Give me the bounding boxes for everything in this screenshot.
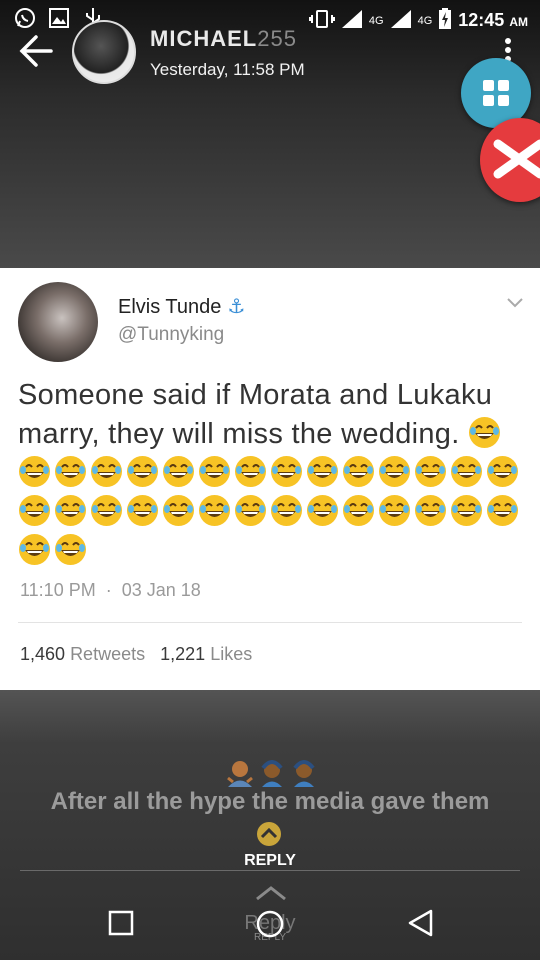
tweet-text-body: Someone said if Morata and Lukaku marry,…: [18, 379, 493, 450]
contact-name-text: MICHAEL: [150, 26, 258, 51]
person-facepalm-icon: [261, 760, 283, 787]
caret-up-icon[interactable]: [254, 884, 288, 902]
person-facepalm-icon: [293, 760, 315, 787]
tears-of-joy-emoji-icon: [19, 495, 50, 526]
circle-icon: [256, 910, 284, 938]
tweet-separator: ·: [105, 580, 112, 600]
gallery-icon: [48, 7, 70, 29]
tears-of-joy-emoji-icon: [307, 456, 338, 487]
tears-of-joy-emoji-icon: [91, 495, 122, 526]
tweet-date: 03 Jan 18: [121, 580, 201, 600]
tears-of-joy-emoji-icon: [55, 495, 86, 526]
tears-of-joy-emoji-icon: [199, 495, 230, 526]
tweet-author: Elvis Tunde ⚓: [118, 294, 245, 319]
retweets-count: 1,460: [20, 644, 66, 664]
tears-of-joy-emoji-icon: [235, 456, 266, 487]
tears-of-joy-emoji-icon: [379, 495, 410, 526]
clock-ampm: AM: [509, 15, 528, 29]
tears-of-joy-emoji-icon: [163, 495, 194, 526]
home-button[interactable]: [255, 909, 285, 939]
tears-of-joy-emoji-icon: [415, 495, 446, 526]
recents-button[interactable]: [108, 910, 134, 936]
tears-of-joy-emoji-icon: [55, 534, 86, 565]
triangle-back-icon: [408, 909, 433, 937]
divider: [18, 622, 522, 623]
tweet-text: Someone said if Morata and Lukaku marry,…: [18, 376, 528, 571]
tweet-author-name: Elvis Tunde: [118, 296, 222, 318]
status-caption: After all the hype the media gave them: [50, 788, 490, 815]
square-icon: [108, 910, 134, 936]
tweet-author-handle: @Tunnyking: [118, 324, 225, 345]
tears-of-joy-emoji-icon: [307, 495, 338, 526]
network-type-2: 4G: [417, 14, 433, 27]
tears-of-joy-emoji-icon: [415, 456, 446, 487]
tears-of-joy-emoji-icon: [379, 456, 410, 487]
tears-of-joy-emoji-icon: [343, 456, 374, 487]
tears-of-joy-emoji-icon: [127, 456, 158, 487]
tears-of-joy-emoji-icon: [91, 456, 122, 487]
likes-label: Likes: [210, 644, 253, 664]
tears-of-joy-emoji-icon: [19, 534, 50, 565]
tears-of-joy-emoji-icon: [451, 495, 482, 526]
status-timestamp: Yesterday, 11:58 PM: [150, 60, 305, 79]
signal-icon: [390, 9, 412, 32]
tears-of-joy-emoji-icon: [271, 456, 302, 487]
chevron-down-icon: [506, 296, 524, 308]
tears-of-joy-emoji-icon: [235, 495, 266, 526]
tweet-screenshot: Elvis Tunde ⚓ @Tunnyking Someone said if …: [0, 268, 540, 690]
network-type-1: 4G: [368, 14, 384, 27]
tweet-time: 11:10 PM: [20, 580, 96, 600]
person-shrugging-icon: [227, 761, 253, 787]
tears-of-joy-emoji-icon: [343, 495, 374, 526]
contact-avatar[interactable]: [72, 20, 136, 84]
tweet-author-avatar: [18, 282, 98, 362]
signal-icon: [341, 9, 363, 32]
anchor-icon: ⚓: [227, 296, 246, 318]
retweets-label: Retweets: [70, 644, 146, 664]
tears-of-joy-emoji-icon: [19, 456, 50, 487]
clock-time: 12:45: [458, 10, 505, 30]
chevron-up-icon[interactable]: [255, 820, 283, 848]
tears-of-joy-emoji-icon: [55, 456, 86, 487]
arrow-left-icon: [19, 35, 53, 67]
nav-back-button[interactable]: [406, 908, 436, 938]
contact-name-ghost: 255: [257, 26, 297, 51]
vibrate-icon: [308, 10, 335, 31]
back-button[interactable]: [18, 34, 58, 70]
tweet-meta: 11:10 PM · 03 Jan 18: [20, 580, 201, 601]
whatsapp-icon: [14, 7, 36, 29]
likes-count: 1,221: [160, 644, 206, 664]
caption-emoji-row: [226, 758, 318, 788]
clock: 12:45 AM: [458, 10, 528, 31]
tears-of-joy-emoji-icon: [127, 495, 158, 526]
tears-of-joy-emoji-icon: [199, 456, 230, 487]
tweet-stats: 1,460 Retweets 1,221 Likes: [20, 644, 252, 665]
tears-of-joy-emoji-icon: [487, 495, 518, 526]
tears-of-joy-emoji-icon: [451, 456, 482, 487]
contact-name: MICHAEL255: [150, 26, 297, 52]
tears-of-joy-emoji-icon: [163, 456, 194, 487]
tears-of-joy-emoji-icon: [468, 417, 500, 448]
tears-of-joy-emoji-icon: [487, 456, 518, 487]
reply-button[interactable]: REPLY: [0, 852, 540, 870]
divider: [20, 870, 520, 871]
battery-charging-icon: [438, 8, 452, 33]
tears-of-joy-emoji-icon: [271, 495, 302, 526]
